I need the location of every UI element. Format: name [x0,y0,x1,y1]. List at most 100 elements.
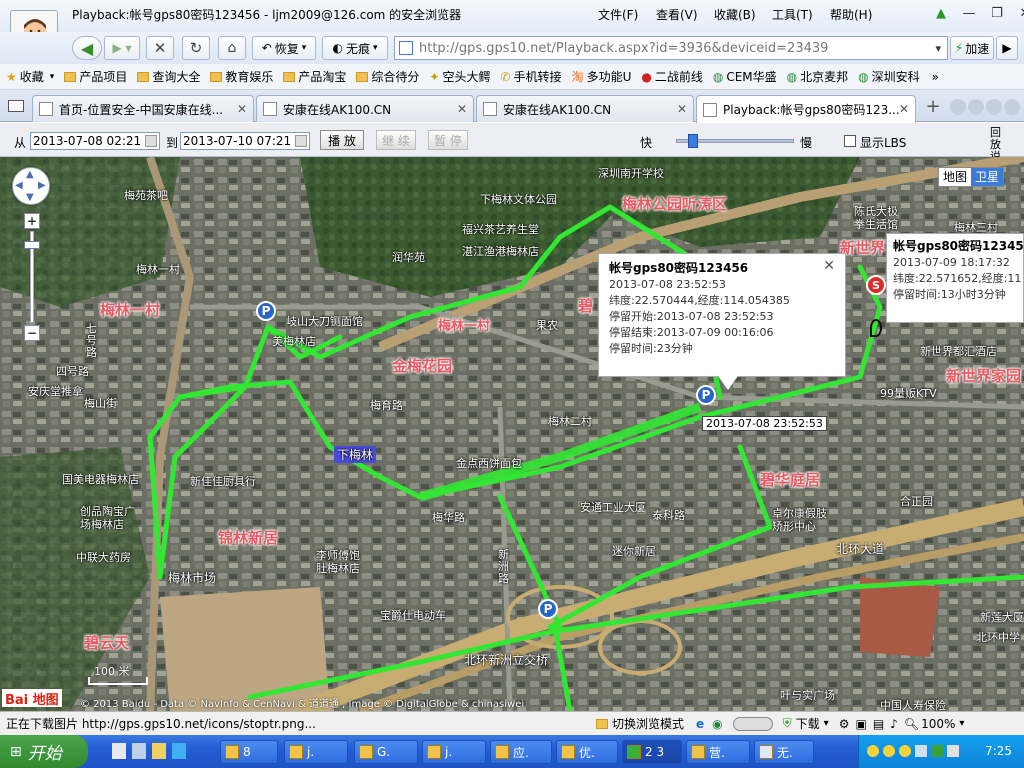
zoom-out-button[interactable]: − [24,325,40,341]
taskbar-item[interactable]: 8 [220,740,278,764]
map-type-map-button[interactable]: 地图 [939,168,972,186]
pen-icon[interactable] [152,743,166,759]
tab-first-icon[interactable] [986,99,1002,115]
show-lbs-checkbox[interactable] [844,135,856,147]
tab-left-icon[interactable] [950,99,966,115]
switch-mode-button[interactable]: 切换浏览模式 [612,715,684,732]
tab-last-icon[interactable] [1004,99,1020,115]
bookmark-item[interactable]: ◍ 北京麦邦 [787,68,849,85]
close-icon[interactable]: ✕ [899,102,909,116]
taskbar-item[interactable]: 应. [490,740,552,764]
maximize-button[interactable]: ❐ [986,4,1008,22]
bookmark-item[interactable]: 综合待分 [356,68,419,85]
new-tab-button[interactable]: + [922,98,944,118]
address-url[interactable]: http://gps.gps10.net/Playback.aspx?id=39… [419,41,828,56]
chrome-icon[interactable]: ◉ [712,717,722,731]
pan-control[interactable]: ▲ ▼ ◀ ▶ [12,167,50,205]
network-icon[interactable] [915,745,927,757]
zoom-slider-handle[interactable] [24,241,40,249]
tool-icon[interactable] [132,743,146,759]
speed-slider-track[interactable] [676,134,794,148]
doc-icon[interactable] [112,743,126,759]
chevron-down-icon[interactable]: ▾ [935,42,941,55]
bookmark-item[interactable]: ◍ CEM华盛 [713,68,777,85]
refresh-button[interactable]: ↻ [182,36,210,60]
bookmark-item[interactable]: 产品淘宝 [283,68,346,85]
pan-left-icon[interactable]: ◀ [15,180,23,191]
bookmark-item[interactable]: ✦ 空头大鳄 [429,68,490,85]
pan-down-icon[interactable]: ▼ [26,192,34,203]
map-type-satellite-button[interactable]: 卫星 [971,168,1004,186]
stop-button[interactable]: ✕ [146,36,174,60]
close-icon[interactable]: ✕ [457,102,467,116]
menu-help[interactable]: 帮助(H) [830,6,888,23]
parking-marker[interactable]: P [696,385,716,405]
toggle-icon[interactable] [732,716,773,731]
taskbar-item[interactable]: j. [284,740,348,764]
qq-icon[interactable] [899,745,911,757]
forward-button[interactable]: ▶ ▾ [104,36,140,60]
pan-up-icon[interactable]: ▲ [26,169,34,180]
next-button[interactable]: ▶ [996,36,1018,60]
address-bar[interactable]: http://gps.gps10.net/Playback.aspx?id=39… [394,36,948,60]
qq-icon[interactable] [883,745,895,757]
chevron-down-icon[interactable]: ▾ [959,718,964,729]
to-date-input[interactable]: 2013-07-10 07:21 [180,132,310,150]
tab-playback[interactable]: Playback:帐号gps80密码123... ✕ [696,95,916,123]
speaker-icon[interactable]: ♪ [890,717,898,731]
ie-icon[interactable]: e [696,717,704,731]
clock[interactable]: 7:25 [985,744,1012,758]
back-button[interactable]: ◀ [72,36,102,60]
parking-marker[interactable]: P [256,301,276,321]
favorites-menu[interactable]: ★ 收藏 ▾ [6,68,54,85]
menu-file[interactable]: 文件(F) [598,6,656,23]
play-button[interactable]: 播 放 [320,130,364,150]
more-chevron-icon[interactable]: » [932,70,939,84]
home-button[interactable]: ⌂ [218,36,246,60]
pause-button[interactable]: 暂 停 [428,130,468,150]
start-marker[interactable]: S [866,275,886,295]
close-icon[interactable]: ✕ [823,258,835,274]
tab-home[interactable]: 首页-位置安全-中国安康在线... ✕ [32,95,254,122]
taskbar-item[interactable]: 优. [556,740,618,764]
menu-tools[interactable]: 工具(T) [772,6,830,23]
tab-ankang-1[interactable]: 安康在线AK100.CN ✕ [256,95,474,122]
parking-marker[interactable]: P [538,599,558,619]
tab-right-icon[interactable] [968,99,984,115]
bookmark-item[interactable]: 教育娱乐 [210,68,273,85]
skin-icon[interactable]: ▲ [930,4,952,22]
taskbar-item[interactable]: 无. [754,740,814,764]
menu-favorites[interactable]: 收藏(B) [714,6,772,23]
image-icon[interactable]: ▤ [873,717,884,731]
bookmark-item[interactable]: ✆ 手机转接 [500,68,561,85]
zoom-icon[interactable]: 🔍︎ [904,717,919,731]
shield-icon[interactable] [931,745,943,757]
browser-icon[interactable] [172,743,186,759]
settings-icon[interactable]: ⚙ [839,717,850,731]
chevron-down-icon[interactable]: ▾ [824,718,829,729]
zoom-level[interactable]: 100% [921,717,955,731]
taskbar-item[interactable]: 营. [686,740,750,764]
tab-ankang-2[interactable]: 安康在线AK100.CN ✕ [476,95,694,122]
bookmark-item[interactable]: ◍ 深圳安科 [858,68,920,85]
calendar-icon[interactable] [295,135,307,147]
minimize-button[interactable]: — [958,4,980,22]
tab-list-icon[interactable] [8,100,24,112]
speed-slider-handle[interactable] [688,134,698,148]
zoom-in-button[interactable]: + [24,213,40,229]
bookmark-item[interactable]: 淘多功能U [572,68,632,85]
tab-nav-arrows[interactable] [950,99,1020,115]
qq-icon[interactable] [867,745,879,757]
calendar-icon[interactable] [145,135,157,147]
bookmark-item[interactable]: ● 二战前线 [641,68,703,85]
taskbar-item[interactable]: 2 3 [622,740,682,764]
close-icon[interactable]: ✕ [677,102,687,116]
close-button[interactable]: ✕ [1014,4,1024,22]
continue-button[interactable]: 继 续 [376,130,416,150]
download-button[interactable]: 下载 [796,715,820,732]
taskbar-item[interactable]: j. [422,740,486,764]
close-icon[interactable]: ✕ [237,102,247,116]
menu-view[interactable]: 查看(V) [656,6,714,23]
baidu-logo[interactable]: Bai 地图 [2,689,62,708]
accelerate-button[interactable]: ⚡ 加速 [950,36,994,60]
